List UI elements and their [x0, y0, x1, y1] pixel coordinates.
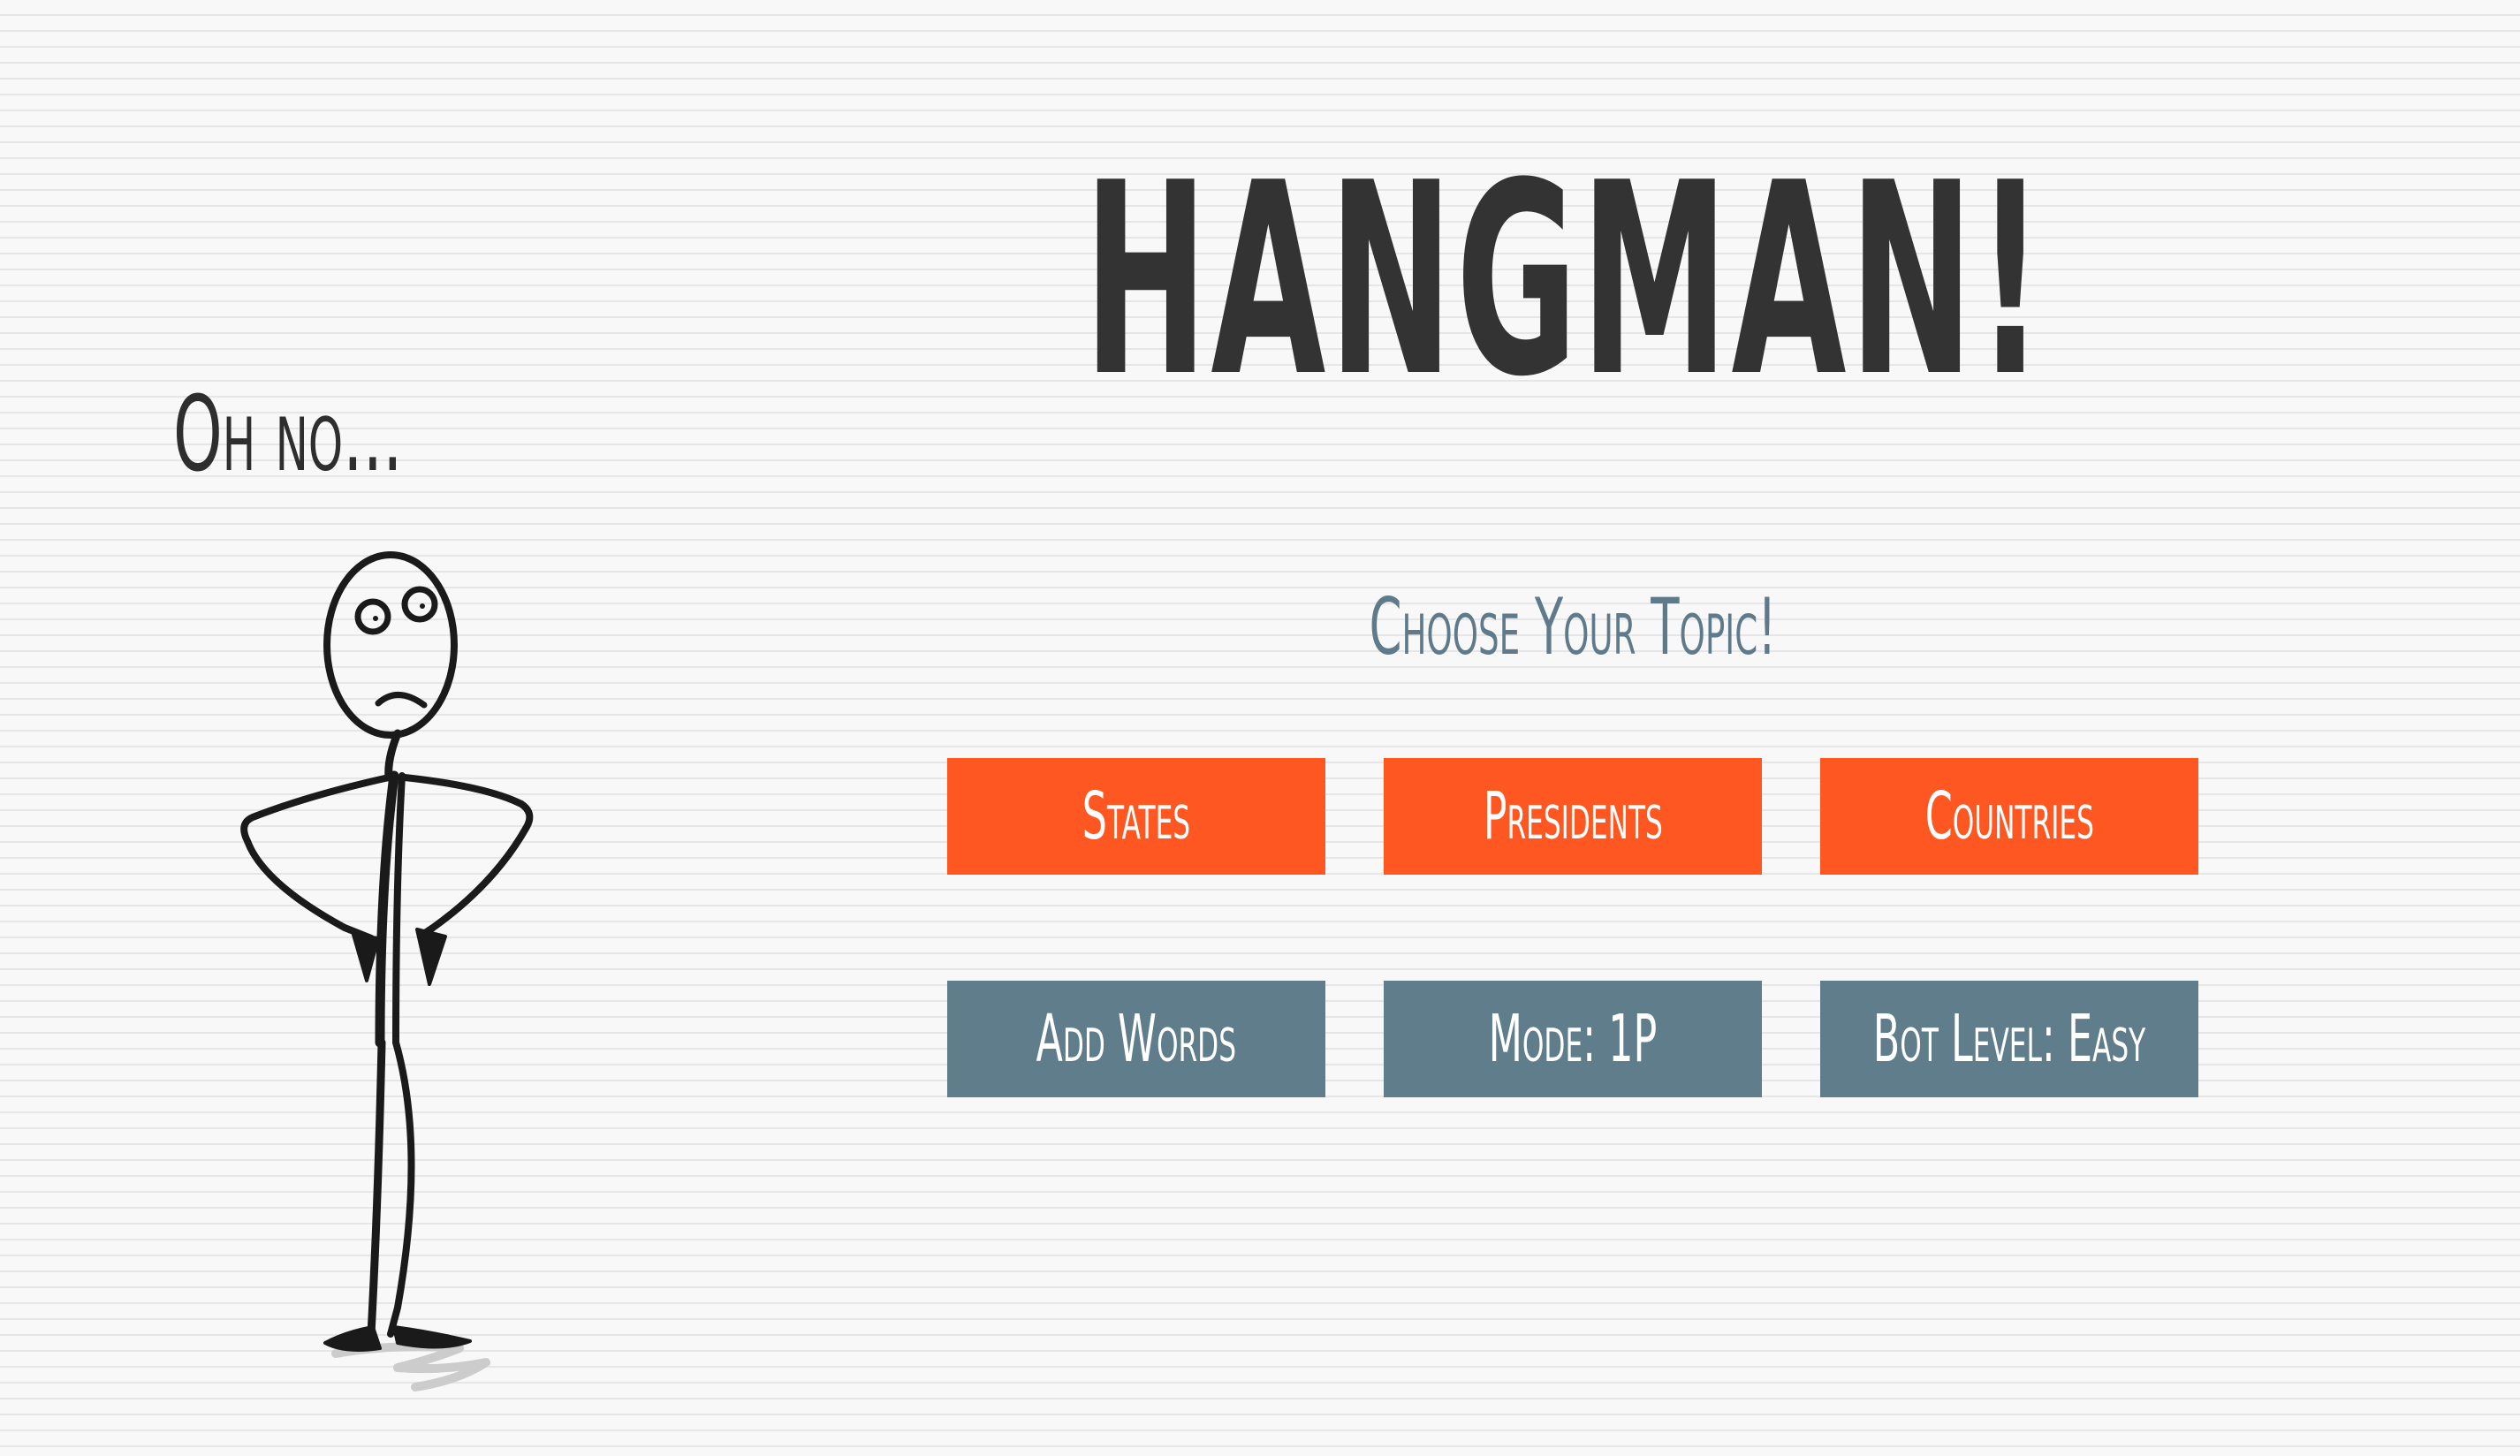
page-title-text: HANGMAN! — [1083, 125, 2048, 435]
page-title: HANGMAN! — [1057, 128, 2075, 433]
status-text-label: Oh no... — [173, 373, 403, 495]
add-words-label: Add Words — [1036, 1001, 1237, 1077]
topic-states-label: States — [1082, 778, 1191, 854]
topic-countries-button[interactable]: Countries — [1820, 758, 2198, 875]
topic-presidents-label: Presidents — [1483, 778, 1663, 854]
hangman-start-page: { "title": "HANGMAN!", "status_text": "O… — [0, 0, 2520, 1456]
topic-countries-label: Countries — [1924, 778, 2094, 854]
topic-prompt: Choose Your Topic! — [1255, 579, 1891, 676]
mode-toggle-label: Mode: 1P — [1488, 1001, 1658, 1077]
status-text: Oh no... — [173, 382, 438, 497]
worried-stickman-icon — [240, 551, 534, 1392]
topic-states-button[interactable]: States — [947, 758, 1325, 875]
topic-prompt-text: Choose Your Topic! — [1369, 581, 1777, 672]
topic-presidents-button[interactable]: Presidents — [1384, 758, 1762, 875]
bot-level-label: Bot Level: Easy — [1872, 1001, 2146, 1077]
bot-level-button[interactable]: Bot Level: Easy — [1820, 981, 2198, 1097]
mode-toggle-button[interactable]: Mode: 1P — [1384, 981, 1762, 1097]
add-words-button[interactable]: Add Words — [947, 981, 1325, 1097]
